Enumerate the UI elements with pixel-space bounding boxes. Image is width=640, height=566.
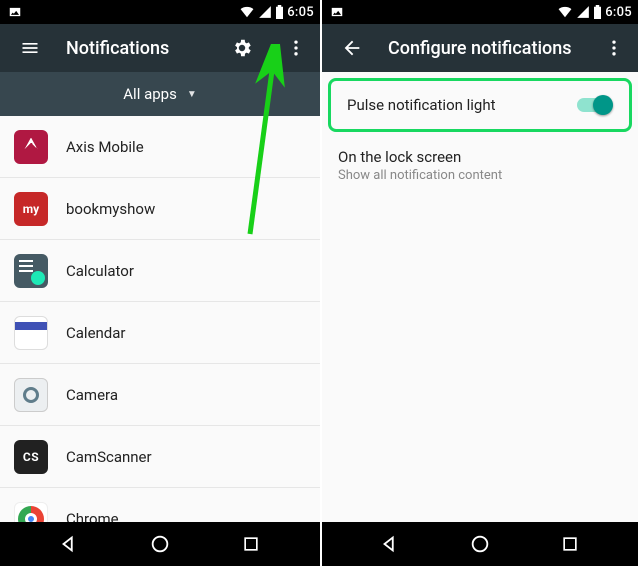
- app-icon: [14, 130, 48, 164]
- cell-signal-icon: [576, 5, 590, 19]
- cell-signal-icon: [258, 5, 272, 19]
- app-row-camera[interactable]: Camera: [0, 364, 320, 426]
- calendar-day: 31: [24, 330, 38, 344]
- app-label: bookmyshow: [66, 200, 155, 218]
- wifi-icon: [557, 5, 573, 19]
- app-row-calendar[interactable]: 31 Calendar: [0, 302, 320, 364]
- chevron-down-icon: ▼: [187, 89, 197, 100]
- app-label: Calendar: [66, 324, 126, 342]
- image-indicator-icon: [330, 5, 344, 19]
- nav-bar: [322, 522, 638, 566]
- menu-button[interactable]: [12, 30, 48, 66]
- app-row-axis[interactable]: Axis Mobile: [0, 116, 320, 178]
- setting-pulse-light[interactable]: Pulse notification light: [331, 81, 629, 129]
- setting-label: On the lock screen: [338, 148, 622, 166]
- image-indicator-icon: [8, 5, 22, 19]
- apps-filter-label: All apps: [123, 85, 177, 103]
- app-icon: my: [14, 192, 48, 226]
- app-row-bookmyshow[interactable]: my bookmyshow: [0, 178, 320, 240]
- status-time: 6:05: [287, 5, 314, 20]
- nav-home-button[interactable]: [138, 522, 182, 566]
- overflow-menu-button[interactable]: [278, 30, 314, 66]
- nav-recents-button[interactable]: [229, 522, 273, 566]
- status-bar: 6:05: [0, 0, 320, 24]
- app-row-camscanner[interactable]: CS CamScanner: [0, 426, 320, 488]
- app-row-calculator[interactable]: Calculator: [0, 240, 320, 302]
- apps-filter-dropdown[interactable]: All apps ▼: [0, 72, 320, 116]
- app-icon: 31: [14, 316, 48, 350]
- overflow-menu-button[interactable]: [596, 30, 632, 66]
- nav-back-button[interactable]: [368, 522, 412, 566]
- nav-home-button[interactable]: [458, 522, 502, 566]
- wifi-icon: [239, 5, 255, 19]
- app-label: Chrome: [66, 510, 119, 523]
- setting-value: Show all notification content: [338, 168, 622, 183]
- app-icon: [14, 502, 48, 523]
- app-label: CamScanner: [66, 448, 152, 466]
- status-time: 6:05: [605, 5, 632, 20]
- app-bar: Notifications: [0, 24, 320, 72]
- phone-right: 6:05 Configure notifications Pulse notif…: [320, 0, 638, 566]
- app-list: Axis Mobile my bookmyshow Calculator 31 …: [0, 116, 320, 522]
- battery-icon: [593, 5, 602, 19]
- app-bar: Configure notifications: [322, 24, 638, 72]
- back-button[interactable]: [334, 30, 370, 66]
- battery-icon: [275, 5, 284, 19]
- nav-back-button[interactable]: [47, 522, 91, 566]
- app-label: Axis Mobile: [66, 138, 144, 156]
- annotation-highlight: Pulse notification light: [328, 78, 632, 132]
- switch-thumb: [593, 95, 613, 115]
- nav-recents-button[interactable]: [548, 522, 592, 566]
- app-label: Camera: [66, 386, 118, 404]
- page-title: Configure notifications: [388, 38, 578, 59]
- app-row-chrome[interactable]: Chrome: [0, 488, 320, 522]
- toggle-switch[interactable]: [577, 95, 613, 115]
- setting-label: Pulse notification light: [347, 96, 565, 114]
- page-title: Notifications: [66, 38, 206, 59]
- app-label: Calculator: [66, 262, 134, 280]
- app-icon: CS: [14, 440, 48, 474]
- settings-gear-button[interactable]: [224, 30, 260, 66]
- app-icon: [14, 254, 48, 288]
- nav-bar: [0, 522, 320, 566]
- app-icon: [14, 378, 48, 412]
- status-bar: 6:05: [322, 0, 638, 24]
- settings-list: Pulse notification light On the lock scr…: [322, 72, 638, 522]
- setting-lock-screen[interactable]: On the lock screen Show all notification…: [322, 134, 638, 197]
- phone-left: 6:05 Notifications All apps ▼ Axis Mobil…: [0, 0, 320, 566]
